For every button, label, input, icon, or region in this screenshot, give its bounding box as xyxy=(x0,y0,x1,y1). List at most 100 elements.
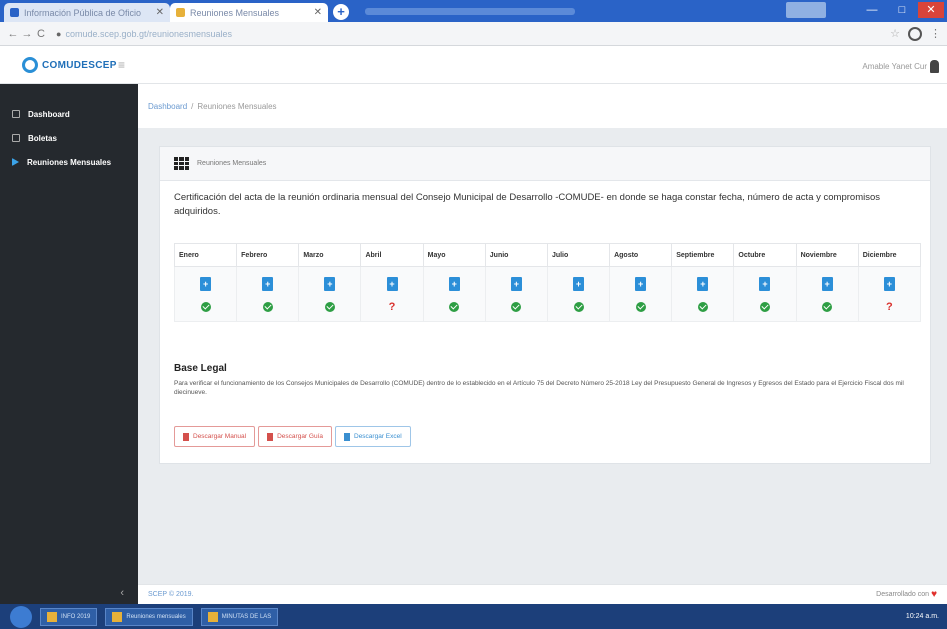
month-cell xyxy=(546,266,611,322)
check-circle-icon xyxy=(449,302,460,312)
taskbar-item[interactable]: INFO 2019 xyxy=(40,607,98,626)
month-header: Abril xyxy=(360,243,424,267)
pdf-icon xyxy=(267,432,274,441)
sidebar: Dashboard Boletas Reuniones Mensuales xyxy=(0,84,138,604)
month-cell: ? xyxy=(360,266,424,322)
month-header: Mayo xyxy=(422,243,486,267)
document-download-icon[interactable] xyxy=(883,277,895,291)
user-menu[interactable]: Amable Yanet Cur xyxy=(862,60,939,73)
main-content: Dashboard / Reuniones Mensuales Reunione… xyxy=(138,84,947,584)
reload-icon[interactable]: C xyxy=(34,28,48,40)
breadcrumb: Dashboard / Reuniones Mensuales xyxy=(138,84,947,128)
document-download-icon[interactable] xyxy=(448,277,460,291)
document-download-icon[interactable] xyxy=(635,277,647,291)
bookmark-star-icon[interactable]: ☆ xyxy=(890,27,900,40)
page-footer: SCEP © 2019. Desarrollado con ♥ xyxy=(138,584,947,604)
months-table: Enero Febrero Marzo Abril Mayo Junio Julio Agos… xyxy=(173,243,922,322)
button-label: Descargar Manual xyxy=(193,433,247,440)
back-icon[interactable]: ← xyxy=(6,28,20,40)
document-download-icon[interactable] xyxy=(821,277,833,291)
tab-placeholder xyxy=(365,8,575,15)
download-manual-button[interactable]: Descargar Manual xyxy=(174,426,256,447)
card-header: Reuniones Mensuales xyxy=(160,147,930,181)
document-download-icon[interactable] xyxy=(262,277,274,291)
button-label: Descargar Guía xyxy=(277,433,323,440)
table-icon xyxy=(174,157,189,170)
browser-tab-active[interactable]: Reuniones Mensuales ✕ xyxy=(170,3,328,22)
app-icon xyxy=(207,611,218,622)
user-icon xyxy=(930,60,939,73)
month-cell xyxy=(733,266,797,322)
menu-toggle-icon[interactable]: ≡ xyxy=(118,58,125,72)
month-header: Agosto xyxy=(609,243,673,267)
app-icon xyxy=(47,611,57,622)
sidebar-item-label: Boletas xyxy=(28,133,57,143)
os-taskbar: INFO 2019 Reuniones mensuales MINUTAS DE… xyxy=(0,604,947,629)
clock: 10:24 a.m. xyxy=(905,613,939,620)
document-download-icon[interactable] xyxy=(386,277,398,291)
breadcrumb-link-dashboard[interactable]: Dashboard xyxy=(148,102,187,111)
month-header: Diciembre xyxy=(857,243,922,267)
sidebar-collapse-button[interactable]: ‹ xyxy=(0,584,138,604)
browser-tab[interactable]: Información Pública de Oficio ✕ xyxy=(4,3,170,22)
app-logo[interactable]: COMUDESCEP xyxy=(22,57,117,73)
close-icon[interactable]: ✕ xyxy=(314,7,322,18)
document-download-icon[interactable] xyxy=(510,277,522,291)
sidebar-item-label: Dashboard xyxy=(28,109,70,119)
minimize-button[interactable]: — xyxy=(860,2,884,18)
document-download-icon[interactable] xyxy=(573,277,585,291)
check-circle-icon xyxy=(697,302,708,312)
forward-icon[interactable]: → xyxy=(20,28,34,40)
month-cell xyxy=(422,266,486,322)
check-circle-icon xyxy=(759,302,770,312)
system-tray: 10:24 a.m. xyxy=(906,613,939,620)
month-cell xyxy=(173,266,238,322)
month-cell xyxy=(671,266,735,322)
check-circle-icon xyxy=(635,302,646,312)
url-field[interactable]: ● comude.scep.gob.gt/reunionesmensuales xyxy=(56,26,882,42)
check-circle-icon xyxy=(262,302,273,312)
month-header: Noviembre xyxy=(795,243,859,267)
account-icon[interactable] xyxy=(908,26,922,41)
reuniones-card: Reuniones Mensuales Certificación del ac… xyxy=(159,146,931,464)
document-download-icon[interactable] xyxy=(324,277,336,291)
download-guide-button[interactable]: Descargar Guía xyxy=(258,426,332,447)
sidebar-item-boletas[interactable]: Boletas xyxy=(0,126,138,150)
taskbar-item[interactable]: Reuniones mensuales xyxy=(105,607,193,626)
month-header: Octubre xyxy=(733,243,797,267)
month-cell xyxy=(609,266,673,322)
legal-heading: Base Legal xyxy=(174,363,227,374)
document-download-icon[interactable] xyxy=(759,277,771,291)
app-icon xyxy=(112,611,123,622)
maximize-button[interactable]: □ xyxy=(890,2,914,18)
start-button[interactable] xyxy=(10,605,32,628)
lock-icon: ● xyxy=(56,28,62,39)
logo-mark-icon xyxy=(22,57,38,73)
sidebar-item-reuniones-mensuales[interactable]: Reuniones Mensuales xyxy=(0,150,138,174)
tab-title: Información Pública de Oficio xyxy=(24,7,142,18)
document-download-icon[interactable] xyxy=(200,277,212,291)
month-header: Junio xyxy=(484,243,548,267)
taskbar-item[interactable]: MINUTAS DE LAS xyxy=(200,607,279,626)
close-icon[interactable]: ✕ xyxy=(156,7,164,18)
month-cell xyxy=(236,266,300,322)
caret-right-icon xyxy=(12,158,19,166)
month-cell xyxy=(795,266,859,322)
sidebar-item-dashboard[interactable]: Dashboard xyxy=(0,102,138,126)
pdf-icon xyxy=(183,432,189,441)
user-name: Amable Yanet Cur xyxy=(862,62,927,71)
file-icon xyxy=(12,134,20,142)
month-header: Marzo xyxy=(298,243,362,267)
window-close-button[interactable]: ✕ xyxy=(918,2,944,18)
document-download-icon[interactable] xyxy=(697,277,709,291)
browser-tab-strip: Información Pública de Oficio ✕ Reunione… xyxy=(0,0,947,22)
download-excel-button[interactable]: Descargar Excel xyxy=(335,426,411,447)
browser-menu-icon[interactable]: ⋮ xyxy=(930,27,941,40)
new-tab-button[interactable]: + xyxy=(333,4,349,20)
dashboard-icon xyxy=(12,110,20,118)
month-header: Febrero xyxy=(236,243,300,267)
profile-button[interactable] xyxy=(786,2,826,18)
card-title: Reuniones Mensuales xyxy=(197,160,267,167)
url-text: comude.scep.gob.gt/reunionesmensuales xyxy=(65,28,233,39)
button-label: Descargar Excel xyxy=(354,433,402,440)
